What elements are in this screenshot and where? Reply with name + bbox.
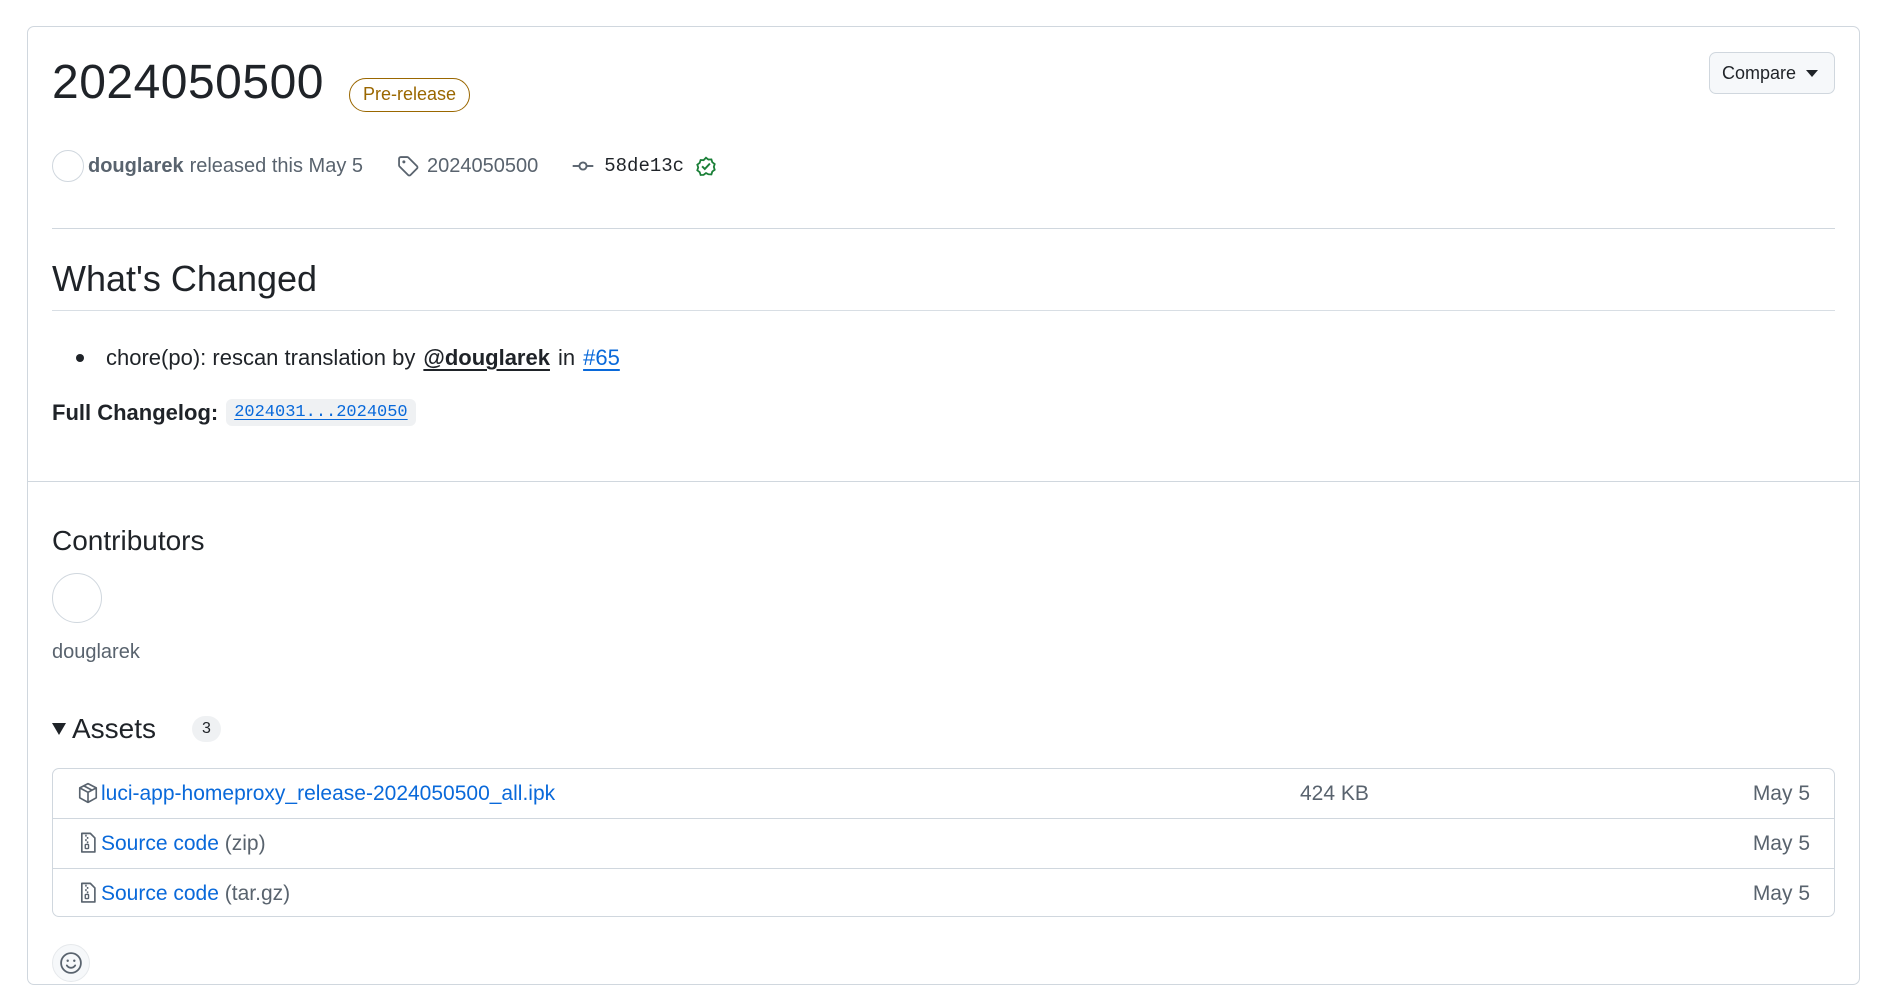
compare-button[interactable]: Compare: [1708, 52, 1835, 94]
contributor-avatar[interactable]: [52, 573, 102, 623]
file-zip-icon: [80, 882, 96, 903]
commit-sha: 58de13c: [604, 155, 685, 177]
asset-name: Source code: [101, 881, 219, 905]
author-avatar[interactable]: [52, 150, 84, 182]
tag-link[interactable]: 2024050500: [397, 155, 538, 178]
assets-list: luci-app-homeproxy_release-2024050500_al…: [52, 768, 1835, 917]
git-commit-icon: [572, 161, 594, 171]
assets-count-badge: 3: [192, 716, 221, 742]
asset-link[interactable]: Source code (zip): [101, 832, 266, 856]
contributors-heading: Contributors: [52, 525, 205, 556]
heading-divider: [52, 310, 1835, 311]
triangle-down-icon: [52, 723, 66, 735]
release-meta: douglarek released this May 5 2024050500…: [52, 149, 718, 183]
changelog-compare-link[interactable]: 2024031...2024050: [226, 399, 416, 426]
pull-request-link[interactable]: #65: [583, 345, 620, 371]
assets-toggle[interactable]: Assets 3: [52, 713, 221, 745]
divider: [52, 228, 1835, 229]
add-reaction-button[interactable]: [52, 944, 90, 982]
contributor-name[interactable]: douglarek: [52, 641, 140, 664]
prerelease-badge: Pre-release: [349, 78, 471, 112]
asset-date: May 5: [1752, 881, 1810, 905]
verified-icon[interactable]: [694, 154, 718, 178]
released-text: released this May 5: [189, 154, 363, 177]
section-divider: [28, 481, 1859, 482]
asset-format: (tar.gz): [224, 881, 291, 905]
commit-link[interactable]: 58de13c: [572, 154, 718, 178]
asset-row: Source code (tar.gz) May 5: [53, 869, 1834, 918]
tag-label: 2024050500: [427, 154, 539, 177]
package-icon: [78, 782, 98, 804]
asset-name: luci-app-homeproxy_release-2024050500_al…: [101, 781, 556, 805]
list-item: chore(po): rescan translation by @dougla…: [76, 345, 620, 371]
smiley-icon: [60, 952, 82, 974]
notes-heading: What's Changed: [52, 258, 318, 299]
asset-row: luci-app-homeproxy_release-2024050500_al…: [53, 769, 1834, 818]
asset-date: May 5: [1752, 781, 1810, 805]
tag-icon: [398, 156, 419, 177]
release-card: 2024050500 Pre-release Compare douglarek…: [27, 26, 1860, 985]
bullet-dot: [76, 354, 84, 362]
asset-name: Source code: [101, 831, 219, 855]
bullet-in-text: in: [557, 345, 576, 370]
asset-link[interactable]: Source code (tar.gz): [101, 882, 290, 906]
bullet-text: chore(po): rescan translation by: [106, 345, 416, 370]
changelog-label: Full Changelog:: [52, 399, 219, 425]
asset-link[interactable]: luci-app-homeproxy_release-2024050500_al…: [101, 782, 555, 806]
full-changelog: Full Changelog: 2024031...2024050: [52, 399, 416, 426]
asset-date: May 5: [1752, 831, 1810, 855]
compare-button-label: Compare: [1721, 63, 1796, 83]
release-title[interactable]: 2024050500: [52, 59, 324, 107]
asset-format: (zip): [224, 831, 266, 855]
mention-link[interactable]: @douglarek: [423, 345, 550, 371]
triangle-down-icon: [1806, 69, 1818, 77]
asset-row: Source code (zip) May 5: [53, 819, 1834, 868]
asset-size: 424 KB: [1300, 781, 1369, 805]
assets-heading: Assets: [72, 713, 157, 744]
file-zip-icon: [80, 832, 96, 853]
author-link[interactable]: douglarek: [88, 155, 184, 178]
